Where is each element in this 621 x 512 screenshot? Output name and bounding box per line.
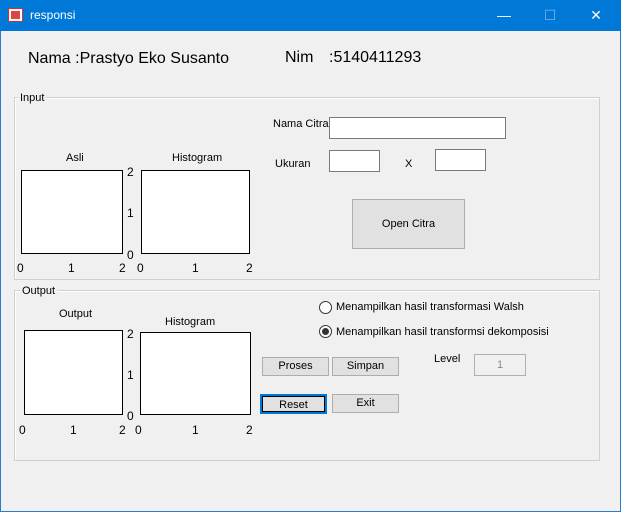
input-hist-ytick: 2 bbox=[127, 165, 134, 179]
output-histogram-title: Histogram bbox=[165, 316, 216, 328]
proses-button[interactable]: Proses bbox=[262, 357, 329, 376]
output-hist-xtick: 2 bbox=[246, 423, 253, 437]
radio-walsh-label[interactable]: Menampilkan hasil transformasi Walsh bbox=[336, 301, 524, 313]
output-panel-title: Output bbox=[20, 285, 58, 297]
output-xtick: 0 bbox=[19, 423, 26, 437]
output-hist-ytick: 2 bbox=[127, 327, 134, 341]
input-hist-xtick: 1 bbox=[192, 261, 199, 275]
input-hist-ytick: 1 bbox=[127, 206, 134, 220]
asli-xtick: 2 bbox=[119, 261, 126, 275]
open-citra-button[interactable]: Open Citra bbox=[352, 199, 465, 249]
radio-dekomposisi[interactable] bbox=[319, 325, 332, 338]
window-title: responsi bbox=[30, 8, 76, 22]
nama-label: Nama :Prastyo Eko Susanto bbox=[28, 50, 229, 67]
output-hist-xtick: 0 bbox=[135, 423, 142, 437]
nim-value: :5140411293 bbox=[329, 49, 422, 66]
ukuran-x-label: X bbox=[405, 158, 413, 170]
input-hist-xtick: 2 bbox=[246, 261, 253, 275]
asli-axes-title: Asli bbox=[66, 152, 84, 164]
radio-walsh[interactable] bbox=[319, 301, 332, 314]
level-label: Level bbox=[434, 353, 461, 365]
ukuran-label: Ukuran bbox=[275, 158, 311, 170]
asli-xtick: 1 bbox=[68, 261, 75, 275]
input-hist-ytick: 0 bbox=[127, 248, 134, 262]
output-hist-ytick: 0 bbox=[127, 409, 134, 423]
simpan-button[interactable]: Simpan bbox=[332, 357, 399, 376]
nim-label: Nim bbox=[285, 49, 314, 66]
nama-citra-label: Nama Citra bbox=[273, 118, 329, 130]
radio-dekomposisi-label[interactable]: Menampilkan hasil transformsi dekomposis… bbox=[336, 326, 549, 338]
nama-citra-field[interactable] bbox=[329, 117, 506, 139]
output-xtick: 1 bbox=[70, 423, 77, 437]
minimize-button[interactable]: — bbox=[481, 0, 527, 31]
input-histogram-title: Histogram bbox=[172, 152, 223, 164]
output-axes-title: Output bbox=[59, 308, 93, 320]
asli-xtick: 0 bbox=[17, 261, 24, 275]
output-axes bbox=[24, 330, 123, 415]
input-panel-title: Input bbox=[18, 92, 47, 104]
output-hist-xtick: 1 bbox=[192, 423, 199, 437]
exit-button[interactable]: Exit bbox=[332, 394, 399, 413]
input-histogram-axes bbox=[141, 170, 250, 254]
output-histogram-axes bbox=[140, 332, 251, 415]
maximize-button[interactable]: ☐ bbox=[527, 0, 573, 31]
ukuran-height-field[interactable] bbox=[435, 149, 486, 171]
level-field[interactable]: 1 bbox=[474, 354, 526, 376]
asli-axes bbox=[21, 170, 123, 254]
matlab-figure-icon bbox=[8, 8, 23, 22]
ukuran-width-field[interactable] bbox=[329, 150, 380, 172]
close-button[interactable]: ✕ bbox=[573, 0, 619, 31]
reset-button[interactable]: Reset bbox=[260, 394, 327, 414]
input-hist-xtick: 0 bbox=[137, 261, 144, 275]
output-xtick: 2 bbox=[119, 423, 126, 437]
output-hist-ytick: 1 bbox=[127, 368, 134, 382]
